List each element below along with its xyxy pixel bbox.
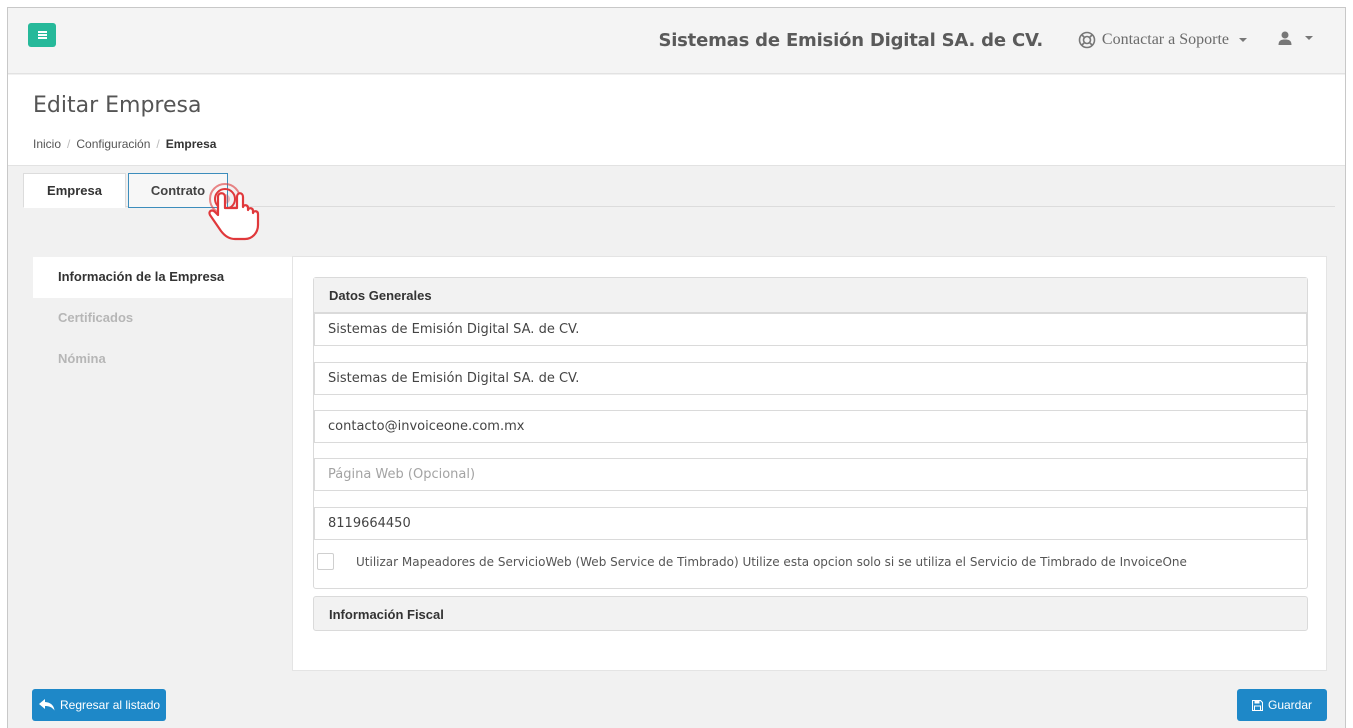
breadcrumb-inicio[interactable]: Inicio [33,137,61,151]
support-label: Contactar a Soporte [1101,31,1229,48]
save-button[interactable]: Guardar [1237,689,1327,721]
datos-generales-card: Datos Generales Utilizar Mapeadores de S… [313,277,1308,589]
website-field[interactable] [314,458,1307,491]
reply-arrow-icon [39,699,55,711]
tab-empresa[interactable]: Empresa [23,173,126,208]
menu-toggle-button[interactable] [28,23,56,47]
phone-field[interactable] [314,507,1307,540]
side-tab-nomina[interactable]: Nómina [33,339,293,380]
app-window: Sistemas de Emisión Digital SA. de CV. C… [7,7,1346,728]
breadcrumb: Inicio / Configuración / Empresa [33,137,216,151]
breadcrumb-separator: / [67,137,71,151]
breadcrumb-empresa: Empresa [165,137,217,151]
tap-pointer-icon [208,183,260,241]
razon-social-field[interactable] [314,313,1307,346]
side-tabs: Información de la Empresa Certificados N… [33,257,293,380]
chevron-down-icon [1239,38,1247,42]
page-header: Editar Empresa Inicio / Configuración / … [8,75,1345,166]
breadcrumb-configuracion[interactable]: Configuración [76,137,150,151]
informacion-fiscal-heading[interactable]: Información Fiscal [313,596,1308,631]
breadcrumb-separator: / [156,137,160,151]
mapeadores-checkbox[interactable] [317,553,334,570]
save-button-label: Guardar [1267,698,1313,712]
back-button-label: Regresar al listado [60,698,161,712]
mapeadores-option: Utilizar Mapeadores de ServicioWeb (Web … [314,553,1187,570]
floppy-disk-icon [1251,699,1263,711]
top-navbar: Sistemas de Emisión Digital SA. de CV. C… [8,8,1345,74]
side-tab-certificados[interactable]: Certificados [33,298,293,339]
page-title: Editar Empresa [33,93,202,118]
company-name: Sistemas de Emisión Digital SA. de CV. [658,30,1043,51]
back-to-list-button[interactable]: Regresar al listado [32,689,166,721]
content-panel: Datos Generales Utilizar Mapeadores de S… [292,256,1327,671]
chevron-down-icon [1305,36,1313,40]
user-icon [1278,31,1292,45]
side-tab-informacion[interactable]: Información de la Empresa [33,257,293,298]
hamburger-icon [37,34,47,36]
datos-generales-heading[interactable]: Datos Generales [314,278,1307,313]
support-dropdown[interactable]: Contactar a Soporte [1078,31,1247,49]
nombre-comercial-field[interactable] [314,362,1307,395]
mapeadores-label: Utilizar Mapeadores de ServicioWeb (Web … [356,554,1187,569]
email-field[interactable] [314,410,1307,443]
user-menu[interactable] [1277,30,1313,46]
lifebuoy-icon [1078,31,1096,49]
